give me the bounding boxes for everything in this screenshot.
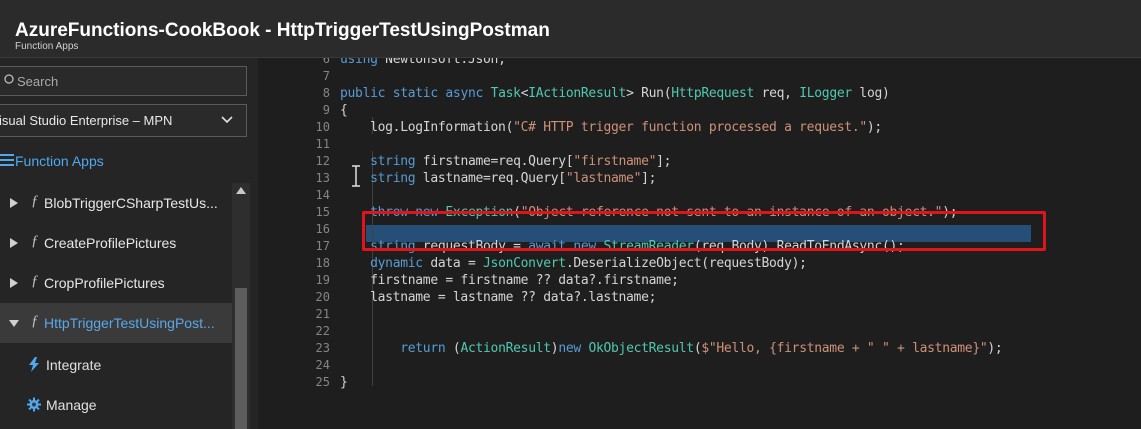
subscription-value: isual Studio Enterprise – MPN: [0, 113, 173, 128]
code-line[interactable]: 22: [284, 323, 1141, 340]
code-line[interactable]: 19 firstname = firstname ?? data?.firstn…: [284, 272, 1141, 289]
code-line[interactable]: 25}: [284, 374, 1141, 391]
code-line[interactable]: 10 log.LogInformation("C# HTTP trigger f…: [284, 119, 1141, 136]
text-cursor-icon: [352, 165, 360, 187]
code-text: }: [340, 375, 348, 390]
tree-item-httptrigger[interactable]: ƒ HttpTriggerTestUsingPost...: [0, 303, 232, 343]
code-text: log.LogInformation("C# HTTP trigger func…: [340, 120, 882, 135]
sub-item-integrate[interactable]: Integrate: [0, 345, 232, 385]
line-number: 10: [315, 120, 330, 134]
line-number: 21: [315, 307, 330, 321]
function-icon: ƒ: [31, 233, 39, 249]
collapse-arrow-icon: [9, 320, 19, 327]
expand-arrow-icon: [10, 238, 18, 248]
line-number: 24: [315, 358, 330, 372]
line-number: 17: [315, 239, 330, 253]
tree-item-label: BlobTriggerCSharpTestUs...: [44, 195, 218, 211]
line-number: 16: [315, 222, 330, 236]
tree-item-label: CreateProfilePictures: [44, 235, 177, 251]
code-text: dynamic data = JsonConvert.DeserializeOb…: [370, 256, 807, 271]
expand-arrow-icon: [10, 198, 18, 208]
line-number: 9: [322, 103, 330, 117]
blade-header: AzureFunctions-CookBook - HttpTriggerTes…: [0, 0, 1141, 58]
code-line[interactable]: 23 return (ActionResult)new OkObjectResu…: [284, 340, 1141, 357]
highlight-annotation-box: [362, 211, 1046, 251]
scrollbar-thumb[interactable]: [235, 288, 247, 429]
chevron-down-icon: [221, 116, 233, 124]
code-text: public static async Task<IActionResult> …: [340, 86, 890, 101]
page-title: AzureFunctions-CookBook - HttpTriggerTes…: [15, 20, 550, 41]
code-line[interactable]: 8 public static async Task<IActionResult>…: [284, 85, 1141, 102]
code-text: firstname = firstname ?? data?.firstname…: [340, 273, 679, 288]
tree-item-createprofilepictures[interactable]: ƒ CreateProfilePictures: [0, 223, 232, 263]
menu-icon: [0, 154, 14, 166]
function-apps-nav[interactable]: Function Apps: [0, 150, 250, 174]
tree-item-label: HttpTriggerTestUsingPost...: [44, 315, 215, 331]
scroll-up-icon[interactable]: [236, 187, 246, 194]
code-line[interactable]: 9{: [284, 102, 1141, 119]
code-line[interactable]: 6 using Newtonsoft.Json;: [284, 58, 1141, 68]
line-number: 7: [322, 69, 330, 83]
code-line[interactable]: 14: [284, 187, 1141, 204]
code-text: string firstname=req.Query["firstname"];: [370, 154, 672, 169]
search-input[interactable]: [17, 71, 237, 91]
search-box[interactable]: [0, 66, 247, 96]
sub-item-label: Integrate: [46, 357, 102, 373]
line-number: 18: [315, 256, 330, 270]
code-text: {: [340, 103, 348, 118]
line-number: 11: [315, 137, 330, 151]
sidebar-scrollbar[interactable]: [232, 183, 250, 429]
code-line[interactable]: 7: [284, 68, 1141, 85]
code-line[interactable]: 24: [284, 357, 1141, 374]
search-icon: [4, 74, 14, 84]
line-number: 15: [315, 205, 330, 219]
subscription-dropdown[interactable]: isual Studio Enterprise – MPN: [0, 104, 247, 137]
line-number: 12: [315, 154, 330, 168]
line-number: 13: [315, 171, 330, 185]
function-icon: ƒ: [31, 193, 39, 209]
code-line[interactable]: 21: [284, 306, 1141, 323]
code-text: string lastname=req.Query["lastname"];: [370, 171, 657, 186]
code-line[interactable]: 18 dynamic data = JsonConvert.Deserializ…: [284, 255, 1141, 272]
code-text: return (ActionResult)new OkObjectResult(…: [400, 341, 1003, 356]
tree-item-cropprofilepictures[interactable]: ƒ CropProfilePictures: [0, 263, 232, 303]
function-tree: ƒ BlobTriggerCSharpTestUs... ƒ CreatePro…: [0, 183, 232, 429]
code-line[interactable]: 12 string firstname=req.Query["firstname…: [284, 153, 1141, 170]
code-text: lastname = lastname ?? data?.lastname;: [340, 290, 657, 305]
tree-item-blobtrigger[interactable]: ƒ BlobTriggerCSharpTestUs...: [0, 183, 232, 223]
function-icon: ƒ: [31, 273, 39, 289]
code-line[interactable]: 20 lastname = lastname ?? data?.lastname…: [284, 289, 1141, 306]
code-line[interactable]: 13 string lastname=req.Query["lastname"]…: [284, 170, 1141, 187]
code-text: using Newtonsoft.Json;: [340, 58, 506, 67]
page-subtitle: Function Apps: [15, 41, 79, 52]
line-number: 22: [315, 324, 330, 338]
tree-item-label: CropProfilePictures: [44, 275, 165, 291]
code-editor[interactable]: 6 using Newtonsoft.Json; 7 8 public static a…: [284, 58, 1141, 429]
lightning-icon: [29, 357, 39, 372]
line-number: 20: [315, 290, 330, 304]
line-number: 6: [322, 58, 330, 66]
sub-item-label: Manage: [46, 397, 97, 413]
line-number: 23: [315, 341, 330, 355]
function-icon: ƒ: [31, 313, 39, 329]
function-apps-label: Function Apps: [15, 153, 104, 169]
line-number: 25: [315, 375, 330, 389]
code-line[interactable]: 11: [284, 136, 1141, 153]
expand-arrow-icon: [10, 278, 18, 288]
sub-item-manage[interactable]: Manage: [0, 385, 232, 425]
line-number: 8: [322, 86, 330, 100]
line-number: 19: [315, 273, 330, 287]
gear-icon: [27, 397, 41, 412]
line-number: 14: [315, 188, 330, 202]
sidebar: isual Studio Enterprise – MPN Function A…: [0, 58, 258, 429]
